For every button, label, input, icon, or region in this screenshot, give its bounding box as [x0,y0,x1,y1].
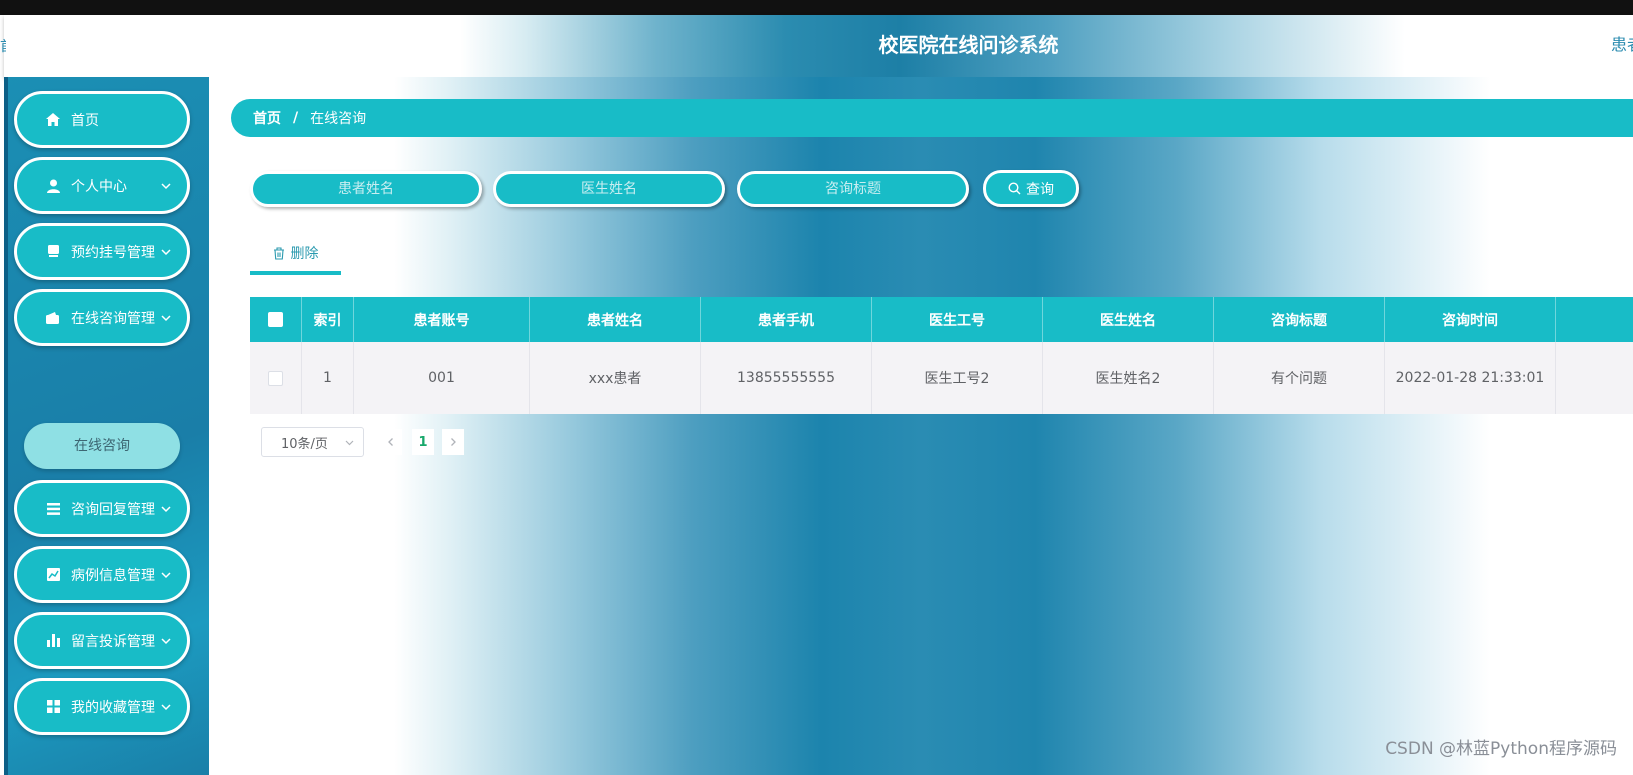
next-page-button[interactable] [442,429,464,455]
consult-table: 索引 患者账号 患者姓名 患者手机 医生工号 医生姓名 咨询标题 咨询时间 1 … [250,297,1633,414]
table-cell: xxx患者 [530,342,701,414]
column-header: 患者姓名 [530,297,701,342]
chevron-down-icon [159,700,173,714]
page-size-value: 10条/页 [281,436,328,452]
window-top-bar [0,0,1633,15]
table-cell: 001 [354,342,530,414]
app-header: 校医院在线问诊系统 患者 [4,15,1633,77]
patient-name-input[interactable]: 患者姓名 [250,171,482,207]
list-icon [45,501,61,517]
page-number-current[interactable]: 1 [412,429,434,455]
column-header: 索引 [302,297,354,342]
sidebar-item-label: 咨询回复管理 [71,501,155,518]
chevron-right-icon [451,438,456,446]
column-header: 患者手机 [701,297,872,342]
trash-icon [273,246,284,260]
table-cell: 13855555555 [701,342,872,414]
breadcrumb-home[interactable]: 首页 [253,108,281,128]
sidebar-item-label: 在线咨询管理 [71,310,155,327]
sidebar-item-favorites[interactable]: 我的收藏管理 [14,678,190,735]
sidebar-item-reply[interactable]: 咨询回复管理 [14,480,190,537]
sidebar-item-label: 个人中心 [71,178,127,195]
sidebar-item-label: 首页 [71,112,99,129]
column-header: 医生姓名 [1043,297,1214,342]
chevron-down-icon [159,245,173,259]
grid-icon [45,699,61,715]
sidebar-item-case[interactable]: 病例信息管理 [14,546,190,603]
table-cell: 医生姓名2 [1043,342,1214,414]
search-button[interactable]: 查询 [983,170,1079,207]
chevron-down-icon [159,502,173,516]
breadcrumb-current: 在线咨询 [310,111,367,127]
sidebar-subitem-online-consult[interactable]: 在线咨询 [24,423,180,469]
sidebar-item-label: 预约挂号管理 [71,244,155,261]
chevron-down-icon [159,568,173,582]
sidebar: 首页 个人中心 预约挂号管理 在线咨询管理 在线咨询 咨询回复管理 病例信息管理… [4,77,209,775]
column-header: 患者账号 [354,297,530,342]
select-all-cell[interactable] [250,297,302,342]
delete-button[interactable]: 删除 [250,235,341,275]
breadcrumb-separator: / [293,110,299,126]
row-checkbox[interactable] [268,370,283,386]
select-all-checkbox[interactable] [268,312,283,327]
chevron-down-icon [159,179,173,193]
sidebar-item-appointment[interactable]: 预约挂号管理 [14,223,190,280]
row-select-cell[interactable] [250,342,302,414]
table-row[interactable]: 1 001 xxx患者 13855555555 医生工号2 医生姓名2 有个问题… [250,342,1633,414]
sidebar-item-label: 我的收藏管理 [71,699,155,716]
ticket-icon [45,244,61,260]
app-title: 校医院在线问诊系统 [878,33,1059,57]
home-icon [45,112,61,128]
search-icon [1008,182,1021,195]
sidebar-item-label: 病例信息管理 [71,567,155,584]
sidebar-item-home[interactable]: 首页 [14,91,190,148]
sidebar-item-complaint[interactable]: 留言投诉管理 [14,612,190,669]
breadcrumb: 首页 / 在线咨询 [231,99,1633,137]
sidebar-item-label: 留言投诉管理 [71,633,155,650]
wallet-icon [45,310,61,326]
table-cell: 1 [302,342,354,414]
sidebar-item-personal-center[interactable]: 个人中心 [14,157,190,214]
left-edge-label: 首 [0,36,6,56]
chevron-down-icon [344,437,355,452]
page-size-select[interactable]: 10条/页 [261,427,364,457]
table-cell: 2022-01-28 21:33:01 [1385,342,1556,414]
user-icon [45,178,61,194]
watermark: CSDN @林蓝Python程序源码 [1385,739,1617,759]
sidebar-stripe [4,77,8,775]
sidebar-item-online-consult[interactable]: 在线咨询管理 [14,289,190,346]
table-cell: 有个问题 [1214,342,1385,414]
column-header: 咨询标题 [1214,297,1385,342]
chevron-down-icon [159,311,173,325]
table-cell: 医生工号2 [872,342,1043,414]
column-header: 医生工号 [872,297,1043,342]
row-actions-cell [1556,342,1633,414]
chart-line-icon [45,567,61,583]
chevron-down-icon [159,634,173,648]
search-button-label: 查询 [1026,181,1054,198]
user-menu[interactable]: 患者 [1611,15,1633,75]
column-header: 咨询时间 [1385,297,1556,342]
consult-title-input[interactable]: 咨询标题 [737,171,969,207]
chevron-left-icon [388,438,393,446]
delete-button-label: 删除 [290,246,319,262]
doctor-name-input[interactable]: 医生姓名 [493,171,725,207]
bar-chart-icon [45,633,61,649]
column-header-actions [1556,297,1633,342]
prev-page-button[interactable] [380,429,402,455]
table-header: 索引 患者账号 患者姓名 患者手机 医生工号 医生姓名 咨询标题 咨询时间 [250,297,1633,342]
